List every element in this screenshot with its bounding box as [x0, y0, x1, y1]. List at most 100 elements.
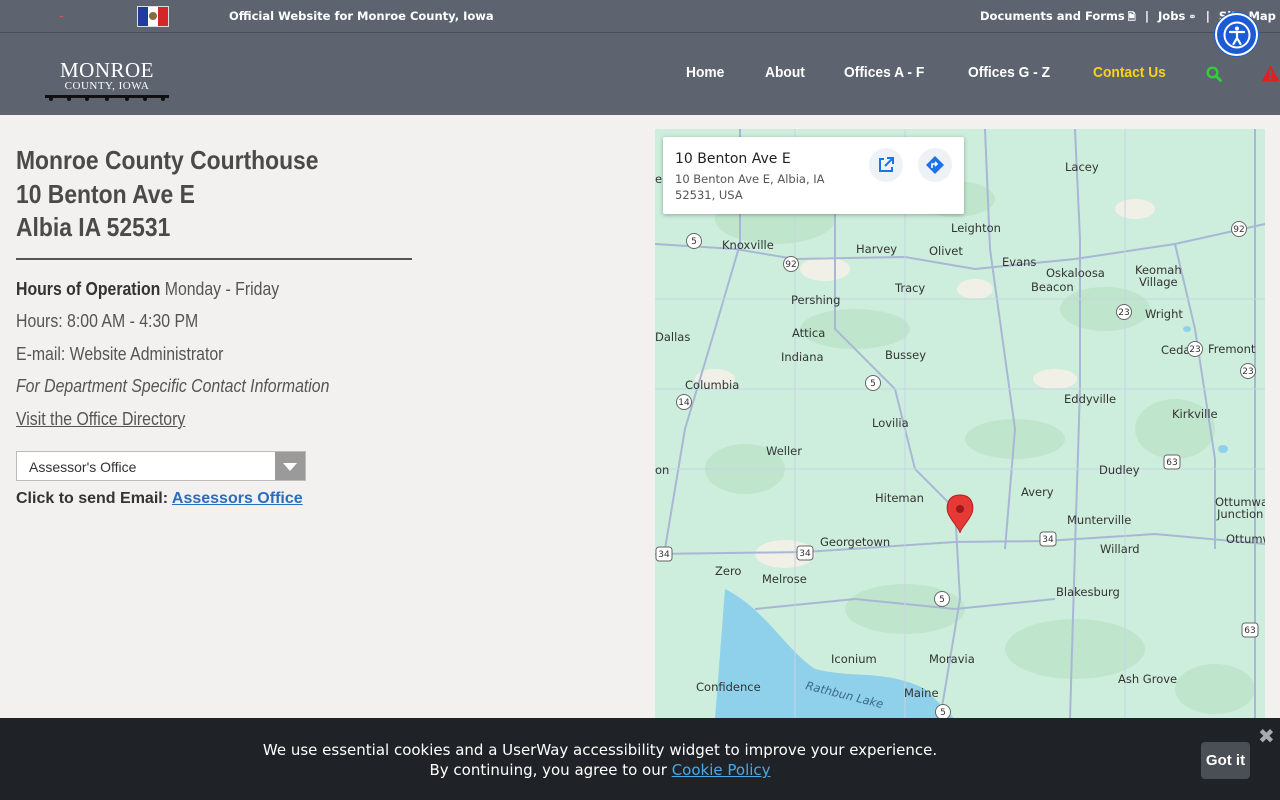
- svg-text:Evans: Evans: [1002, 255, 1036, 269]
- svg-text:Ottumw: Ottumw: [1226, 532, 1265, 546]
- jobs-link[interactable]: Jobs: [1158, 9, 1185, 23]
- close-icon[interactable]: ✖: [1258, 724, 1275, 748]
- send-email-row: Click to send Email: Assessors Office: [16, 490, 303, 508]
- open-in-maps-icon[interactable]: [869, 148, 903, 182]
- svg-text:Hiteman: Hiteman: [875, 491, 924, 505]
- svg-text:23: 23: [1242, 367, 1253, 377]
- accessibility-icon: [1223, 21, 1250, 48]
- top-utility-bar: Official Website for Monroe County, Iowa…: [0, 0, 1280, 33]
- svg-text:Olivet: Olivet: [929, 244, 963, 258]
- svg-text:Munterville: Munterville: [1067, 513, 1131, 527]
- address-line-3: Albia IA 52531: [16, 212, 171, 242]
- svg-text:23: 23: [1189, 345, 1200, 355]
- svg-text:Dudley: Dudley: [1099, 463, 1140, 477]
- nav-home[interactable]: Home: [686, 64, 724, 81]
- svg-text:14: 14: [678, 398, 690, 408]
- svg-text:Fremont: Fremont: [1208, 342, 1256, 356]
- svg-text:Confidence: Confidence: [696, 680, 761, 694]
- official-site-label: Official Website for Monroe County, Iowa: [229, 9, 494, 23]
- map-canvas: Lacey Knoxville Harvey Olivet Leighton E…: [655, 129, 1265, 719]
- hours-of-operation: Hours of Operation Monday - Friday: [16, 279, 279, 300]
- google-map[interactable]: Lacey Knoxville Harvey Olivet Leighton E…: [655, 129, 1265, 719]
- document-icon: 🗎: [1127, 12, 1136, 23]
- main-header: MONROE COUNTY, IOWA Home About Offices A…: [0, 33, 1280, 115]
- svg-text:Lacey: Lacey: [1065, 160, 1099, 174]
- email-text: E-mail: Website Administrator: [16, 344, 224, 364]
- cookie-consent-line: By continuing, you agree to our Cookie P…: [0, 761, 1200, 779]
- svg-text:Columbia: Columbia: [685, 378, 739, 392]
- department-contact-note: For Department Specific Contact Informat…: [16, 376, 330, 396]
- svg-text:34: 34: [799, 549, 811, 559]
- map-info-card: 10 Benton Ave E 10 Benton Ave E, Albia, …: [663, 137, 964, 214]
- svg-text:Melrose: Melrose: [762, 572, 807, 586]
- logo-underline: [45, 95, 169, 101]
- chevron-down-icon[interactable]: [275, 452, 305, 480]
- svg-text:5: 5: [939, 595, 945, 605]
- svg-text:Pershing: Pershing: [791, 293, 840, 307]
- svg-text:5: 5: [870, 379, 876, 389]
- cookie-message: We use essential cookies and a UserWay a…: [262, 741, 938, 759]
- got-it-button[interactable]: Got it: [1201, 742, 1250, 779]
- svg-text:Indiana: Indiana: [781, 350, 824, 364]
- svg-text:Blakesburg: Blakesburg: [1056, 585, 1120, 599]
- handshake-icon: ⚭: [1188, 12, 1197, 23]
- svg-text:23: 23: [1118, 308, 1129, 318]
- assessors-email-link[interactable]: Assessors Office: [172, 490, 303, 507]
- svg-text:63: 63: [1166, 458, 1177, 468]
- svg-text:Eddyville: Eddyville: [1064, 392, 1116, 406]
- svg-text:Iconium: Iconium: [831, 652, 877, 666]
- svg-text:92: 92: [785, 260, 796, 270]
- map-card-address: 10 Benton Ave E, Albia, IA 52531, USA: [675, 172, 825, 202]
- separator: |: [1205, 9, 1210, 23]
- iowa-flag-icon: [137, 6, 169, 27]
- svg-text:Harvey: Harvey: [856, 242, 897, 256]
- nav-offices-a-f[interactable]: Offices A - F: [844, 64, 924, 81]
- directions-icon[interactable]: [918, 148, 952, 182]
- svg-text:Kirkville: Kirkville: [1172, 407, 1218, 421]
- cookie-consent-text: By continuing, you agree to our: [429, 761, 667, 779]
- courthouse-address: Monroe County Courthouse 10 Benton Ave E…: [16, 144, 360, 245]
- svg-text:Leighton: Leighton: [951, 221, 1001, 235]
- nav-about[interactable]: About: [765, 64, 805, 81]
- svg-text:Bussey: Bussey: [885, 348, 926, 362]
- office-select-value: Assessor's Office: [29, 459, 137, 475]
- svg-text:92: 92: [1233, 225, 1244, 235]
- svg-text:Oskaloosa: Oskaloosa: [1046, 266, 1105, 280]
- hours-days: Monday - Friday: [164, 279, 280, 299]
- hours-label: Hours of Operation: [16, 279, 161, 299]
- svg-text:Moravia: Moravia: [929, 652, 975, 666]
- address-line-2: 10 Benton Ave E: [16, 178, 195, 209]
- svg-text:Tracy: Tracy: [894, 281, 925, 295]
- main-nav: Home About Offices A - F Offices G - Z C…: [0, 64, 1280, 84]
- svg-text:63: 63: [1244, 626, 1255, 636]
- hours-text: Hours: 8:00 AM - 4:30 PM: [16, 311, 199, 331]
- svg-text:Willard: Willard: [1100, 542, 1140, 556]
- svg-text:Zero: Zero: [715, 564, 741, 578]
- svg-text:Attica: Attica: [792, 326, 825, 340]
- svg-text:on: on: [655, 463, 669, 477]
- office-directory-link[interactable]: Visit the Office Directory: [16, 409, 185, 430]
- svg-text:Village: Village: [1139, 275, 1178, 289]
- search-icon[interactable]: [1206, 66, 1222, 87]
- office-select[interactable]: Assessor's Office: [16, 451, 306, 481]
- svg-text:Ash Grove: Ash Grove: [1118, 672, 1177, 686]
- svg-text:Avery: Avery: [1021, 485, 1054, 499]
- svg-text:Knoxville: Knoxville: [722, 238, 774, 252]
- divider: [16, 258, 412, 260]
- svg-text:5: 5: [940, 708, 946, 718]
- nav-contact-us[interactable]: Contact Us: [1093, 64, 1166, 81]
- decor-dot: [60, 16, 63, 17]
- alert-icon[interactable]: [1261, 65, 1280, 87]
- svg-text:Dallas: Dallas: [655, 330, 690, 344]
- documents-link[interactable]: Documents and Forms: [980, 9, 1125, 23]
- cookie-policy-link[interactable]: Cookie Policy: [672, 761, 771, 779]
- svg-text:5: 5: [691, 237, 697, 247]
- svg-text:Lovilia: Lovilia: [872, 416, 909, 430]
- svg-text:34: 34: [1042, 535, 1054, 545]
- svg-text:Beacon: Beacon: [1031, 280, 1074, 294]
- nav-offices-g-z[interactable]: Offices G - Z: [968, 64, 1050, 81]
- map-card-title: 10 Benton Ave E: [675, 151, 791, 167]
- accessibility-widget-button[interactable]: [1215, 13, 1258, 56]
- svg-text:Maine: Maine: [904, 686, 939, 700]
- svg-text:e: e: [655, 172, 662, 186]
